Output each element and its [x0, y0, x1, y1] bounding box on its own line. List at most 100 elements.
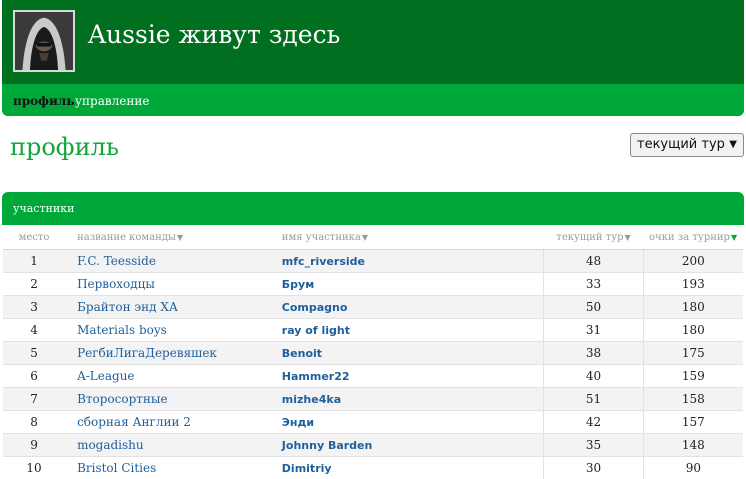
manager-cell: ray of light: [269, 318, 544, 342]
column-header-round[interactable]: текущий тур▼: [543, 225, 644, 250]
round-select[interactable]: текущий тур ▼: [630, 133, 744, 157]
manager-link[interactable]: ray of light: [282, 324, 350, 337]
team-cell: РегбиЛигаДеревяшек: [65, 341, 270, 365]
manager-cell: Энди: [269, 410, 544, 434]
rank-cell: 1: [3, 249, 66, 273]
column-header-total[interactable]: очки за турнир▼: [643, 225, 743, 250]
total-points-cell: 148: [642, 433, 743, 457]
nav-bar: профиль управление: [2, 84, 744, 116]
manager-cell: Compagno: [269, 295, 544, 319]
table-row: 7 Второсортные mizhe4ka 51 158: [3, 387, 743, 411]
sort-icon: ▼: [624, 232, 631, 242]
round-points-cell: 35: [543, 433, 644, 457]
team-link[interactable]: A-League: [77, 369, 134, 383]
rank-cell: 5: [3, 341, 66, 365]
table-row: 10 Bristol Cities Dimitriy 30 90: [3, 456, 743, 479]
team-cell: Второсортные: [65, 387, 270, 411]
manager-cell: Брум: [269, 272, 544, 296]
header-banner: Aussie живут здесь: [2, 0, 744, 84]
nav-item-management[interactable]: управление: [75, 94, 149, 108]
manager-link[interactable]: mfc_riverside: [282, 255, 365, 268]
manager-link[interactable]: Dimitriy: [282, 462, 332, 475]
manager-cell: Dimitriy: [269, 456, 544, 479]
sort-icon: ▼: [176, 232, 184, 242]
column-header-label: текущий тур: [556, 231, 624, 243]
manager-link[interactable]: mizhe4ka: [282, 393, 341, 406]
hooded-assassin-icon: [15, 12, 73, 70]
rank-cell: 4: [3, 318, 66, 342]
team-link[interactable]: Брайтон энд ХА: [77, 300, 178, 314]
team-cell: Брайтон энд ХА: [65, 295, 270, 319]
total-points-cell: 158: [642, 387, 743, 411]
team-link[interactable]: Bristol Cities: [77, 461, 156, 475]
team-cell: Первоходцы: [65, 272, 270, 296]
rank-cell: 6: [3, 364, 66, 388]
round-points-cell: 40: [543, 364, 644, 388]
round-points-cell: 51: [543, 387, 644, 411]
team-cell: A-League: [65, 364, 270, 388]
manager-link[interactable]: Benoit: [282, 347, 322, 360]
round-points-cell: 30: [543, 456, 644, 479]
manager-cell: mfc_riverside: [269, 249, 544, 273]
site-title: Aussie живут здесь: [88, 20, 341, 49]
table-row: 4 Materials boys ray of light 31 180: [3, 318, 743, 342]
total-points-cell: 90: [642, 456, 743, 479]
table-row: 6 A-League Hammer22 40 159: [3, 364, 743, 388]
team-link[interactable]: сборная Англии 2: [77, 415, 191, 429]
table-row: 5 РегбиЛигаДеревяшек Benoit 38 175: [3, 341, 743, 365]
table-row: 2 Первоходцы Брум 33 193: [3, 272, 743, 296]
column-header-rank: место: [3, 225, 66, 250]
column-header-label: место: [18, 231, 50, 243]
round-points-cell: 31: [543, 318, 644, 342]
participants-panel-header: участники: [2, 192, 744, 225]
rank-cell: 10: [3, 456, 66, 479]
manager-link[interactable]: Compagno: [282, 301, 348, 314]
sort-active-icon: ▼: [730, 232, 738, 242]
team-link[interactable]: РегбиЛигаДеревяшек: [77, 346, 217, 360]
sort-icon: ▼: [361, 232, 369, 242]
manager-cell: Benoit: [269, 341, 544, 365]
table-row: 3 Брайтон энд ХА Compagno 50 180: [3, 295, 743, 319]
rank-cell: 8: [3, 410, 66, 434]
table-header-row: место название команды▼ имя участника▼ т…: [3, 225, 743, 250]
site-header: Aussie живут здесь профиль управление: [2, 0, 744, 116]
manager-link[interactable]: Брум: [282, 278, 314, 291]
total-points-cell: 175: [642, 341, 743, 365]
avatar[interactable]: [13, 10, 75, 72]
team-link[interactable]: Второсортные: [77, 392, 168, 406]
rank-cell: 7: [3, 387, 66, 411]
total-points-cell: 157: [642, 410, 743, 434]
rank-cell: 2: [3, 272, 66, 296]
manager-cell: mizhe4ka: [269, 387, 544, 411]
standings-table: место название команды▼ имя участника▼ т…: [3, 225, 743, 479]
manager-cell: Hammer22: [269, 364, 544, 388]
total-points-cell: 200: [642, 249, 743, 273]
column-header-team[interactable]: название команды▼: [65, 225, 270, 250]
nav-item-profile[interactable]: профиль: [13, 94, 75, 108]
rank-cell: 3: [3, 295, 66, 319]
manager-link[interactable]: Энди: [282, 416, 314, 429]
total-points-cell: 159: [642, 364, 743, 388]
manager-link[interactable]: Hammer22: [282, 370, 350, 383]
round-points-cell: 48: [543, 249, 644, 273]
team-link[interactable]: F.C. Teesside: [77, 254, 156, 268]
team-cell: mogadishu: [65, 433, 270, 457]
team-link[interactable]: Materials boys: [77, 323, 167, 337]
manager-link[interactable]: Johnny Barden: [282, 439, 373, 452]
team-link[interactable]: Первоходцы: [77, 277, 155, 291]
manager-cell: Johnny Barden: [269, 433, 544, 457]
team-cell: сборная Англии 2: [65, 410, 270, 434]
team-cell: F.C. Teesside: [65, 249, 270, 273]
table-row: 9 mogadishu Johnny Barden 35 148: [3, 433, 743, 457]
column-header-label: очки за турнир: [649, 231, 730, 243]
total-points-cell: 180: [642, 295, 743, 319]
column-header-manager[interactable]: имя участника▼: [269, 225, 544, 250]
chevron-down-icon: ▼: [729, 139, 737, 150]
round-points-cell: 33: [543, 272, 644, 296]
team-cell: Materials boys: [65, 318, 270, 342]
team-cell: Bristol Cities: [65, 456, 270, 479]
table-row: 8 сборная Англии 2 Энди 42 157: [3, 410, 743, 434]
rank-cell: 9: [3, 433, 66, 457]
total-points-cell: 180: [642, 318, 743, 342]
team-link[interactable]: mogadishu: [77, 438, 144, 452]
